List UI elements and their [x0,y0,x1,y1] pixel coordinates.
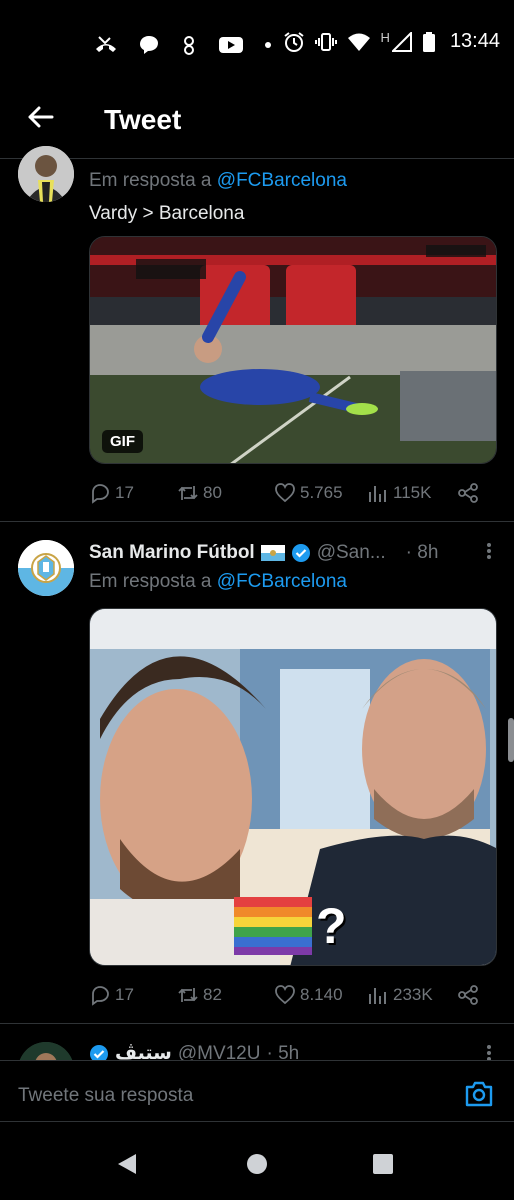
retweet-button[interactable]: 82 [177,984,222,1006]
views-button[interactable]: 233K [367,984,433,1006]
reply-composer[interactable]: Tweete sua resposta [0,1060,514,1122]
heart-icon [275,985,295,1005]
views-button[interactable]: 115K [367,482,431,504]
reply-icon [92,484,109,504]
reply-handle-link[interactable]: @FCBarcelona [217,170,347,191]
author-handle: @San... [316,542,386,563]
tweet-media-image[interactable]: ? [89,608,497,966]
reply-handle-link[interactable]: @FCBarcelona [217,571,347,592]
avatar-image [18,146,74,202]
media-caption-question-mark: ? [316,898,347,954]
san-marino-flag-icon [260,545,285,561]
retweet-button[interactable]: 80 [177,482,222,504]
gif-badge: GIF [102,430,143,453]
reply-button[interactable]: 17 [89,482,134,504]
like-count: 8.140 [300,985,343,1004]
avatar-image [18,1042,74,1060]
retweet-count: 82 [203,985,222,1004]
camera-icon[interactable] [464,1081,494,1107]
tweet-item[interactable]: San Marino Fútbol @San... · 8h Em respos… [0,522,514,1022]
tweet-actions: 17 82 8.140 233K [89,984,489,1008]
tweet-timestamp: · 8h [405,542,439,563]
nav-recents-icon[interactable] [372,1153,394,1175]
scrollbar-thumb[interactable] [508,718,514,762]
retweet-icon [178,486,198,500]
reply-context: Em resposta a @FCBarcelona [89,571,347,593]
share-icon [458,985,478,1005]
author-display-name[interactable]: San Marino Fútbol [89,542,255,564]
nav-home-icon[interactable] [246,1153,268,1175]
tweet-author-row[interactable]: San Marino Fútbol @San... · 8h [89,542,438,564]
reply-count: 17 [115,985,134,1004]
nav-back-icon[interactable] [116,1152,138,1176]
share-icon [458,483,478,503]
tweet-timestamp: · 5h [266,1042,300,1061]
tweet-author-row[interactable]: ستيڤ @MV12U · 5h [89,1042,299,1060]
view-count: 115K [393,483,432,502]
reply-button[interactable]: 17 [89,984,134,1006]
more-options-icon[interactable] [486,542,492,560]
view-count: 233K [393,985,433,1004]
more-options-icon[interactable] [486,1044,492,1060]
author-handle: @MV12U [177,1042,261,1061]
reply-icon [92,986,109,1006]
like-button[interactable]: 8.140 [274,984,343,1006]
tweet-item[interactable]: ستيڤ @MV12U · 5h [0,1024,514,1060]
heart-icon [275,483,295,503]
reply-prefix: Em resposta a [89,571,212,592]
reply-prefix: Em resposta a [89,170,212,191]
retweet-icon [178,988,198,1002]
author-display-name[interactable]: ستيڤ [115,1042,172,1060]
share-button[interactable] [457,482,479,504]
tweet-media-gif[interactable]: GIF [89,236,497,464]
user-avatar[interactable] [18,540,74,596]
retweet-count: 80 [203,483,222,502]
user-avatar[interactable] [18,146,74,202]
messi-papu-photo [90,609,496,965]
verified-badge-icon [90,1044,108,1060]
san-marino-crest-image [18,540,74,596]
android-navigation-bar [0,1122,514,1200]
verified-badge-icon [291,544,310,562]
like-button[interactable]: 5.765 [274,482,343,504]
tweet-actions: 17 80 5.765 115K [89,482,489,506]
reply-context: Em resposta a @FCBarcelona [89,170,347,192]
views-chart-icon [369,486,386,502]
tweet-text: Vardy > Barcelona [89,203,245,224]
user-avatar[interactable] [18,1042,74,1060]
like-count: 5.765 [300,483,343,502]
tweet-item[interactable]: Em resposta a @FCBarcelona Vardy > Barce… [0,0,514,520]
share-button[interactable] [457,984,479,1006]
reply-count: 17 [115,483,134,502]
reply-input[interactable]: Tweete sua resposta [18,1085,193,1107]
views-chart-icon [369,988,386,1004]
gif-preview-image [90,237,496,463]
